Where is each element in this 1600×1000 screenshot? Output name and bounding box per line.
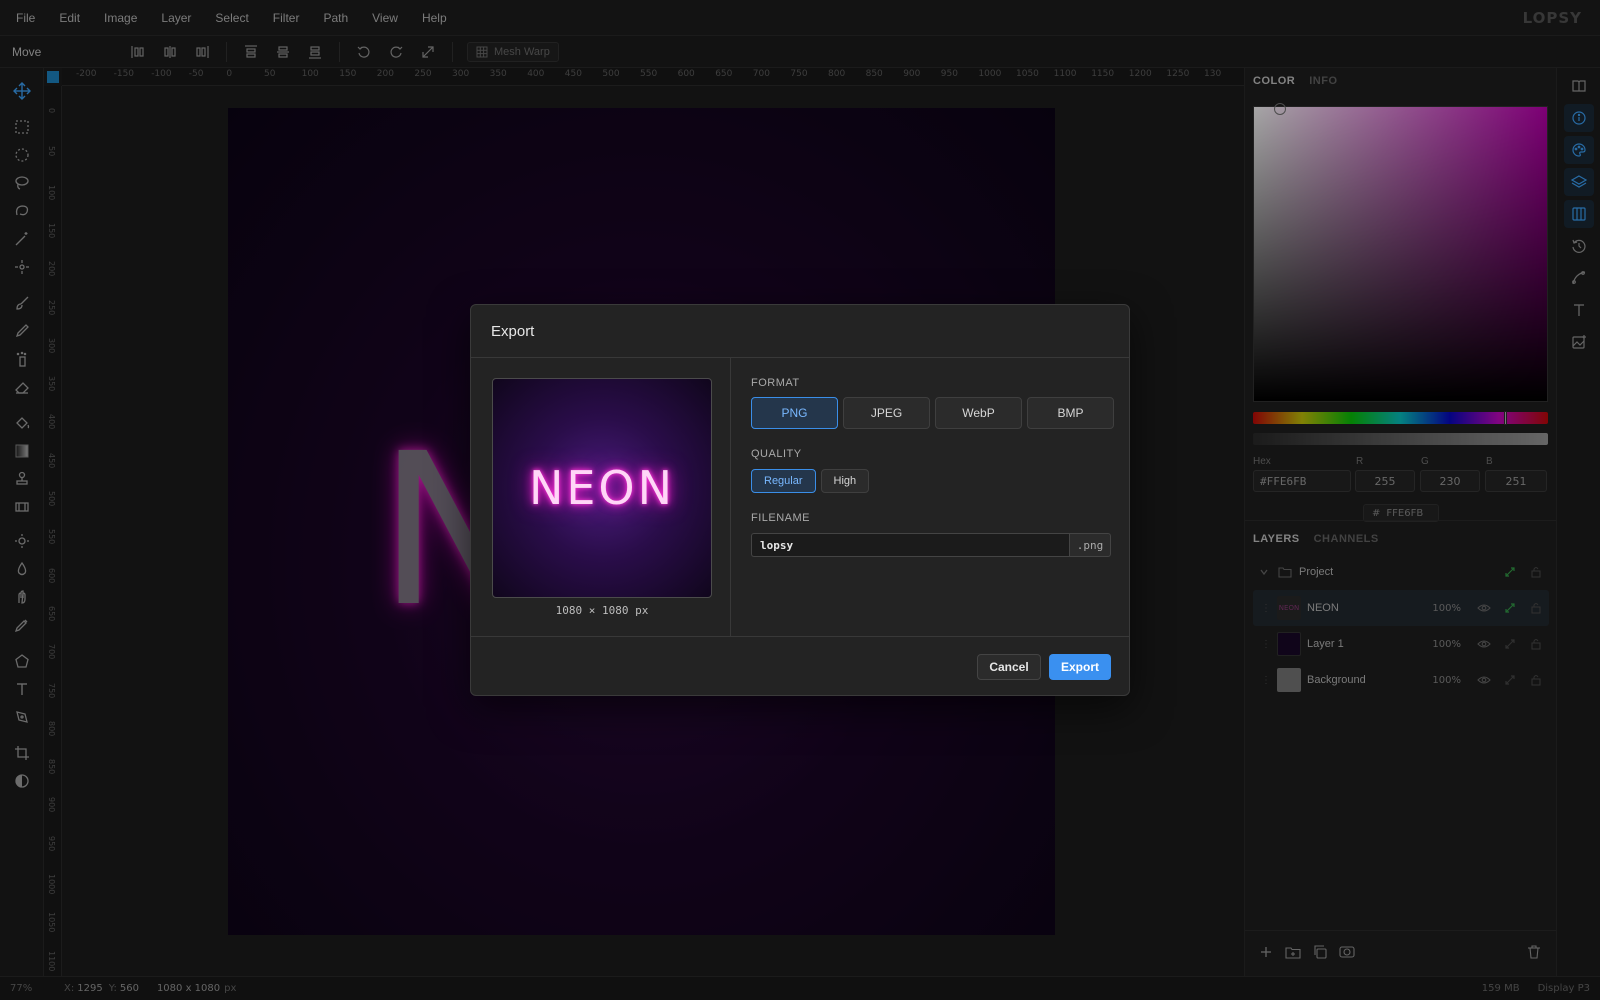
- quality-regular-button[interactable]: Regular: [751, 469, 816, 493]
- divider: [471, 636, 1129, 637]
- export-preview: NEON: [492, 378, 712, 598]
- format-png-button[interactable]: PNG: [751, 397, 838, 429]
- format-jpeg-button[interactable]: JPEG: [843, 397, 930, 429]
- export-dialog: Export NEON 1080 × 1080 px FORMAT PNG JP…: [470, 304, 1130, 696]
- dialog-title: Export: [491, 323, 535, 340]
- format-label: FORMAT: [751, 377, 800, 389]
- cancel-button[interactable]: Cancel: [977, 654, 1041, 680]
- format-bmp-button[interactable]: BMP: [1027, 397, 1114, 429]
- quality-high-button[interactable]: High: [820, 469, 870, 493]
- format-options: PNG JPEG WebP BMP: [751, 397, 1114, 429]
- quality-label: QUALITY: [751, 448, 802, 460]
- divider: [730, 357, 731, 636]
- format-webp-button[interactable]: WebP: [935, 397, 1022, 429]
- export-button[interactable]: Export: [1049, 654, 1111, 680]
- divider: [471, 357, 1129, 358]
- filename-input[interactable]: lopsy: [751, 533, 1069, 557]
- preview-dimensions: 1080 × 1080 px: [555, 604, 649, 617]
- filename-field: lopsy .png: [751, 533, 1111, 557]
- preview-neon-text: NEON: [528, 461, 676, 515]
- filename-label: FILENAME: [751, 512, 811, 524]
- file-extension: .png: [1069, 533, 1111, 557]
- quality-options: Regular High: [751, 469, 870, 493]
